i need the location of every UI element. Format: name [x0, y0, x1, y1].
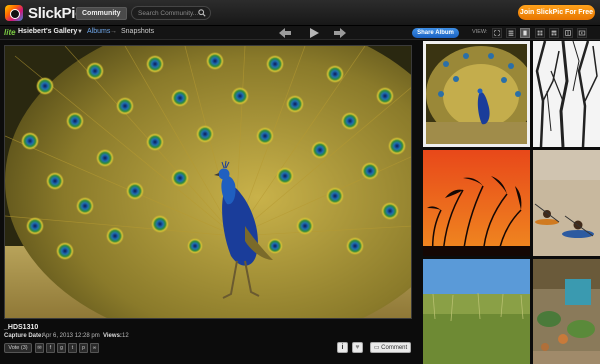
- peacock-photo: [5, 46, 411, 318]
- views-label: Views:: [103, 333, 122, 339]
- comment-label: Comment: [381, 345, 408, 351]
- capture-date-value: Apr 6, 2013 12:28 pm: [42, 333, 100, 339]
- tumblr-share-icon[interactable]: t: [68, 343, 77, 353]
- breadcrumb-albums[interactable]: Albums: [87, 28, 110, 35]
- link-share-icon[interactable]: ∞: [90, 343, 99, 353]
- breadcrumb-current: Snapshots: [121, 28, 155, 35]
- thumbnail-kayakers[interactable]: [533, 150, 600, 256]
- thumbnail-trees-image: [533, 41, 600, 147]
- capture-date-label: Capture Date:: [4, 333, 44, 339]
- thumbnail-grass-sky[interactable]: [423, 259, 530, 364]
- fullscreen-view-icon[interactable]: [492, 28, 502, 38]
- search-icon[interactable]: [198, 9, 206, 17]
- views-count: 12: [122, 333, 129, 339]
- gallery-name[interactable]: Hsiebert's Gallery: [18, 28, 77, 35]
- share-album-button[interactable]: Share Album: [412, 28, 459, 38]
- lite-icon[interactable]: lite: [4, 28, 16, 37]
- album-nav-bar: lite Hsiebert's Gallery ▼ Albums → Snaps…: [0, 26, 600, 40]
- chevron-down-icon[interactable]: ▼: [77, 29, 83, 35]
- thumbnail-kayakers-image: [533, 150, 600, 256]
- logo-text: SlickPic: [28, 4, 84, 22]
- grid-view-icon[interactable]: [535, 28, 545, 38]
- thumbnail-peacock-image: [426, 44, 527, 144]
- main-photo[interactable]: [4, 45, 412, 319]
- photo-title: _HDS1310: [4, 324, 39, 331]
- thumbnail-peacock[interactable]: [423, 41, 530, 147]
- search-box: [131, 6, 211, 20]
- mosaic-view-icon[interactable]: [549, 28, 559, 38]
- slideshow-view-icon[interactable]: [577, 28, 587, 38]
- search-input[interactable]: [138, 8, 198, 18]
- list-view-icon[interactable]: [506, 28, 516, 38]
- google-share-icon[interactable]: g: [57, 343, 66, 353]
- view-label: VIEW:: [472, 29, 488, 35]
- vote-button[interactable]: Vote (3): [4, 343, 32, 353]
- facebook-share-icon[interactable]: f: [46, 343, 55, 353]
- thumbnail-garden-cats-image: [533, 259, 600, 364]
- slickpic-logo[interactable]: SlickPic: [5, 4, 83, 22]
- single-view-icon[interactable]: [520, 28, 530, 38]
- thumbnail-reeds-sunset[interactable]: [423, 150, 530, 256]
- email-share-icon[interactable]: ✉: [35, 343, 44, 353]
- top-bar: SlickPic Community Join SlickPic For Fre…: [0, 0, 600, 26]
- favorite-heart-icon[interactable]: ♥: [352, 342, 363, 353]
- comment-button[interactable]: ▭ Comment: [370, 342, 411, 353]
- breadcrumb-arrow: →: [110, 28, 117, 35]
- filmstrip-view-icon[interactable]: [563, 28, 573, 38]
- community-button[interactable]: Community: [76, 7, 127, 20]
- info-button[interactable]: i: [337, 342, 348, 353]
- slickpic-logo-icon: [5, 5, 23, 21]
- join-button[interactable]: Join SlickPic For Free: [518, 5, 595, 20]
- previous-arrow-icon[interactable]: [277, 27, 293, 39]
- thumbnail-grass-sky-image: [423, 259, 530, 364]
- thumbnail-garden-cats[interactable]: [533, 259, 600, 364]
- play-icon[interactable]: [306, 27, 322, 39]
- next-arrow-icon[interactable]: [332, 27, 348, 39]
- pinterest-share-icon[interactable]: p: [79, 343, 88, 353]
- thumbnail-reeds-sunset-image: [423, 150, 530, 256]
- thumbnail-trees[interactable]: [533, 41, 600, 147]
